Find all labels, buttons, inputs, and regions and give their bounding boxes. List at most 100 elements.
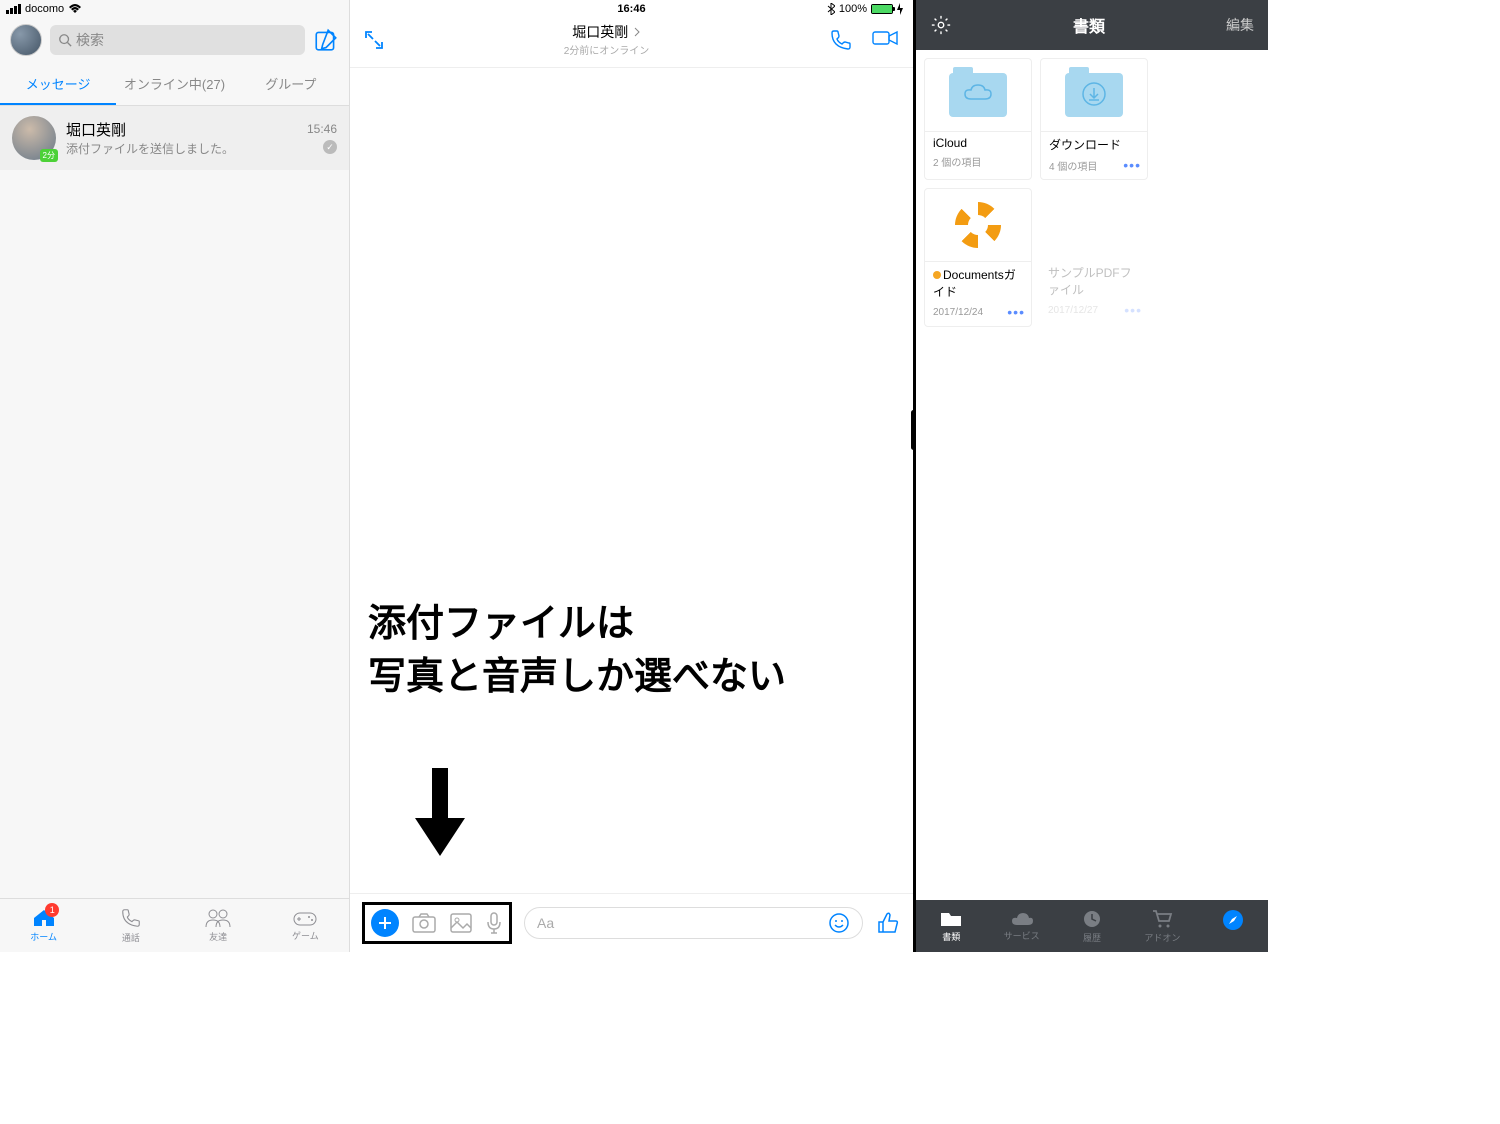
expand-icon[interactable] [364,30,384,50]
delivered-check-icon: ✓ [323,140,337,154]
docs-header: 書類 編集 [916,0,1268,50]
message-input[interactable]: Aa [524,907,863,939]
folder-name: iCloud [925,131,1031,152]
annotation-line2: 写真と音声しか選べない [368,651,786,704]
message-placeholder: Aa [537,915,554,931]
arrow-down-icon [410,768,470,858]
tab-messages[interactable]: メッセージ [0,64,116,105]
tab-online[interactable]: オンライン中(27) [116,64,232,105]
chat-header: 堀口英剛 2分前にオンライン [350,16,913,68]
tab-service-label: サービス [1004,929,1040,942]
folder-icon [949,73,1007,117]
search-row: 検索 [0,16,349,64]
folder-icon [1065,73,1123,117]
tab-calls[interactable]: 通話 [87,899,174,952]
home-badge: 1 [45,903,59,917]
search-input[interactable]: 検索 [50,25,305,55]
sidebar-tabs: メッセージ オンライン中(27) グループ [0,64,349,106]
file-sample-pdf[interactable]: サンプルPDFファイル 2017/12/27••• [1040,188,1148,327]
attachment-group [362,902,512,944]
tab-calls-label: 通話 [122,931,140,944]
status-bar-center: 16:46 100% [350,0,913,16]
documents-grid[interactable]: iCloud 2 個の項目 ダウンロード 4 個の項目••• Documents… [916,50,1268,900]
chevron-right-icon [633,27,641,37]
charging-icon [897,3,903,15]
bluetooth-icon [827,3,835,15]
lifebuoy-icon [955,202,1001,248]
tab-service[interactable]: サービス [986,900,1056,952]
cloud-tab-icon [1010,911,1034,927]
mic-icon[interactable] [485,911,503,935]
presence-badge: 2分 [40,149,58,162]
chat-title: 堀口英剛 [572,24,628,40]
dot-icon [933,271,941,279]
people-icon [205,908,231,928]
tab-games[interactable]: ゲーム [262,899,349,952]
battery-group: 100% [827,3,903,15]
edit-button[interactable]: 編集 [1226,15,1254,35]
video-icon[interactable] [871,28,899,48]
tab-addon[interactable]: アドオン [1127,900,1197,952]
conversation-time: 15:46 [307,122,337,136]
tab-history[interactable]: 履歴 [1057,900,1127,952]
chat-panel: 16:46 100% 堀口英剛 2分前にオンライン 添付ファイルは 写真と音声し… [350,0,916,952]
clock-tab-icon [1082,909,1102,929]
tab-home[interactable]: 1 ホーム [0,899,87,952]
status-bar-left: docomo [0,0,349,16]
docs-tab-bar: 書類 サービス 履歴 アドオン [916,900,1268,952]
chat-subtitle: 2分前にオンライン [384,42,829,57]
gear-icon[interactable] [930,14,952,36]
more-icon[interactable]: ••• [1007,304,1025,320]
signal-icon [6,4,21,14]
conversation-avatar: 2分 [12,116,56,160]
tab-games-label: ゲーム [292,929,319,942]
split-handle[interactable] [911,410,916,450]
annotation-line1: 添付ファイルは [368,598,786,651]
compass-tab-icon [1222,909,1244,931]
battery-icon [871,4,893,14]
carrier-label: docomo [25,3,64,15]
more-icon[interactable]: ••• [1123,157,1141,173]
file-documents-guide[interactable]: Documentsガイド 2017/12/24 ••• [924,188,1032,327]
more-icon[interactable]: ••• [1124,302,1142,318]
status-time: 16:46 [617,3,645,15]
camera-icon[interactable] [411,912,437,934]
tab-home-label: ホーム [30,930,57,943]
messenger-sidebar: docomo 検索 メッセージ オンライン中(27) グループ 2分 堀口英剛 … [0,0,350,952]
folder-downloads[interactable]: ダウンロード 4 個の項目••• [1040,58,1148,180]
tab-friends-label: 友達 [209,930,227,943]
tab-documents[interactable]: 書類 [916,900,986,952]
folder-meta: 2 個の項目 [933,154,981,169]
call-icon[interactable] [829,28,853,52]
conversation-name: 堀口英剛 [66,119,297,140]
file-name: Documentsガイド [925,261,1031,302]
search-placeholder: 検索 [76,30,104,50]
battery-percent: 100% [839,3,867,15]
search-icon [58,33,72,47]
tab-friends[interactable]: 友達 [175,899,262,952]
tab-compass[interactable] [1198,900,1268,952]
image-icon[interactable] [449,912,473,934]
chat-body[interactable]: 添付ファイルは 写真と音声しか選べない [350,68,913,893]
folder-tab-icon [939,910,963,928]
gamepad-icon [292,909,318,927]
tab-groups[interactable]: グループ [233,64,349,105]
phone-icon [120,907,142,929]
emoji-icon[interactable] [828,912,850,934]
annotation-text: 添付ファイルは 写真と音声しか選べない [368,598,786,704]
conversation-row[interactable]: 2分 堀口英剛 添付ファイルを送信しました。 15:46 ✓ [0,106,349,170]
thumbsup-icon[interactable] [875,910,901,936]
folder-icloud[interactable]: iCloud 2 個の項目 [924,58,1032,180]
cart-tab-icon [1151,909,1173,929]
profile-avatar[interactable] [10,24,42,56]
add-button[interactable] [371,909,399,937]
plus-icon [378,916,392,930]
chat-title-wrap[interactable]: 堀口英剛 2分前にオンライン [384,22,829,57]
docs-title: 書類 [1073,13,1105,37]
file-meta: 2017/12/24 [933,307,983,318]
conversation-text: 堀口英剛 添付ファイルを送信しました。 [66,119,297,157]
compose-button[interactable] [313,27,339,53]
wifi-icon [68,4,82,14]
file-meta: 2017/12/27 [1048,305,1098,316]
bottom-tab-bar: 1 ホーム 通話 友達 ゲーム [0,898,349,952]
